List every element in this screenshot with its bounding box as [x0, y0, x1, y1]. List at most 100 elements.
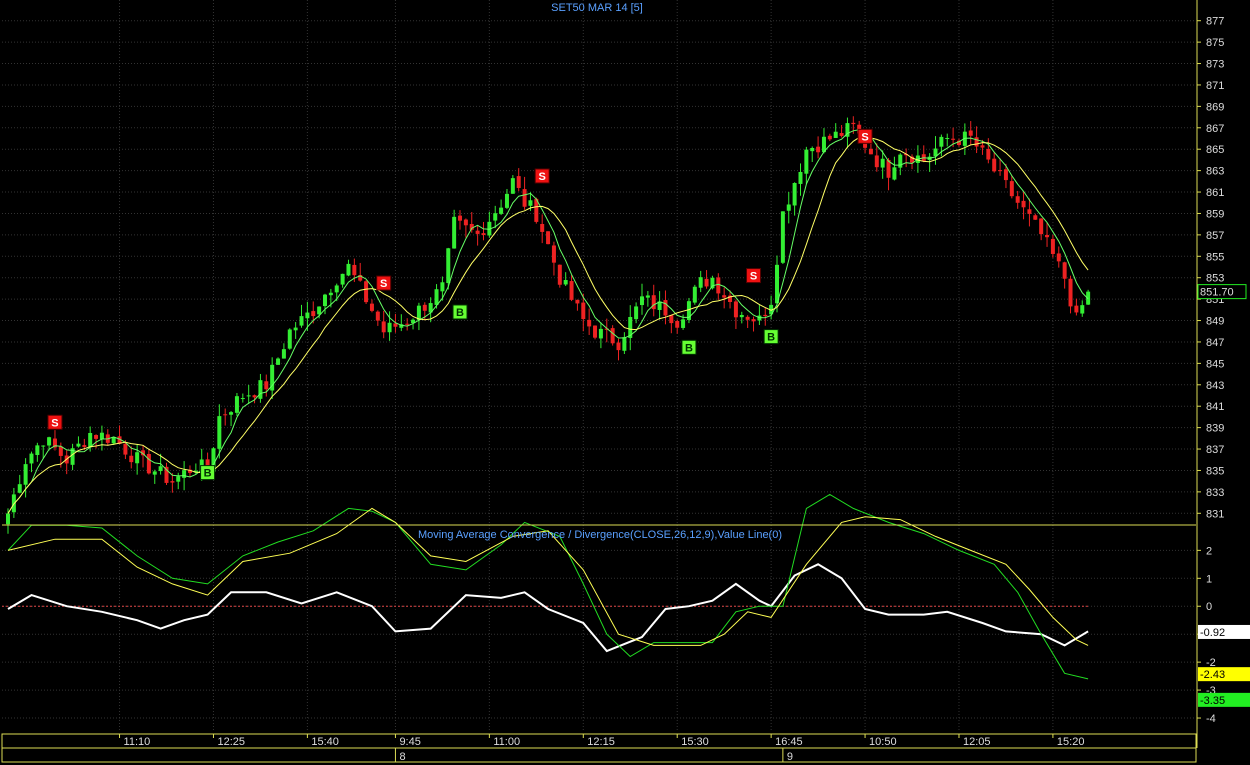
price-tick-label-14: 859 — [1206, 208, 1224, 220]
time-label-2: 15:40 — [311, 736, 339, 748]
candle-98 — [581, 302, 586, 320]
candle-30 — [182, 470, 187, 478]
candle-55 — [328, 292, 333, 296]
candle-118 — [698, 277, 703, 288]
candle-80 — [475, 230, 480, 234]
candle-84 — [499, 207, 504, 214]
candle-161 — [951, 138, 956, 140]
macd-value-label-1: -2.43 — [1200, 669, 1225, 681]
candle-103 — [610, 328, 615, 344]
sell-signal-label-0: S — [51, 417, 58, 429]
candle-127 — [751, 319, 756, 322]
candle-99 — [587, 319, 592, 327]
candle-142 — [839, 132, 844, 136]
sell-signal-label-2: S — [380, 278, 387, 290]
candle-129 — [763, 314, 768, 317]
candle-151 — [892, 167, 897, 180]
buy-signal-label-1: B — [204, 468, 212, 480]
candle-15 — [94, 435, 99, 439]
price-tick-label-5: 841 — [1206, 401, 1224, 413]
candle-4 — [29, 453, 34, 464]
candle-29 — [176, 476, 181, 482]
candle-73 — [434, 289, 439, 305]
sell-signal-label-8: S — [861, 131, 868, 143]
day-label-1: 9 — [787, 751, 793, 763]
candle-83 — [493, 213, 498, 221]
day-label-0: 8 — [399, 751, 405, 763]
candle-21 — [129, 455, 134, 463]
candle-132 — [780, 211, 785, 263]
candle-171 — [1009, 181, 1014, 197]
candle-49 — [293, 327, 298, 331]
time-label-5: 12:15 — [587, 736, 615, 748]
candle-39 — [234, 396, 239, 413]
candle-9 — [58, 446, 63, 456]
time-label-1: 12:25 — [217, 736, 245, 748]
candle-6 — [41, 445, 46, 447]
candle-105 — [622, 337, 627, 351]
candle-62 — [369, 303, 374, 311]
candle-166 — [980, 145, 985, 148]
candle-112 — [663, 300, 668, 316]
candle-91 — [540, 223, 545, 232]
candle-42 — [252, 395, 257, 398]
candle-109 — [645, 295, 650, 298]
candle-133 — [786, 204, 791, 211]
trading-chart[interactable]: S B S B S B S B S 831 833 835 837 839 841 843 845 847 849… — [0, 0, 1250, 765]
candle-125 — [739, 314, 744, 318]
time-label-3: 9:45 — [399, 736, 420, 748]
candle-12 — [76, 443, 81, 447]
candle-160 — [945, 138, 950, 140]
macd-title: Moving Average Convergence / Divergence(… — [418, 529, 782, 541]
time-label-4: 11:00 — [493, 736, 520, 748]
candle-64 — [381, 321, 386, 333]
candle-113 — [669, 315, 674, 324]
candle-52 — [311, 311, 316, 317]
candle-41 — [246, 395, 251, 397]
candle-158 — [933, 148, 938, 157]
candle-5 — [35, 445, 40, 456]
macd-value-label-2: -3.35 — [1200, 695, 1225, 707]
candle-28 — [170, 481, 175, 483]
candle-96 — [569, 281, 574, 300]
candle-136 — [804, 149, 809, 174]
candle-88 — [522, 189, 527, 207]
candle-100 — [593, 325, 598, 338]
candle-89 — [528, 200, 533, 206]
macd-value-label-0: -0.92 — [1200, 627, 1225, 639]
candle-104 — [616, 342, 621, 351]
price-tick-label-8: 847 — [1206, 337, 1224, 349]
candle-176 — [1039, 218, 1044, 235]
price-tick-label-17: 865 — [1206, 144, 1224, 156]
time-label-0: 11:10 — [124, 736, 151, 748]
candle-121 — [716, 277, 721, 294]
price-chart-title: SET50 MAR 14 [5] — [551, 2, 643, 14]
candle-78 — [463, 219, 468, 226]
candle-149 — [880, 158, 885, 168]
buy-signal-label-5: B — [685, 342, 693, 354]
sell-signal-label-6: S — [750, 271, 757, 283]
last-price-label: 851.70 — [1200, 287, 1234, 299]
candle-63 — [375, 311, 380, 321]
candle-22 — [135, 452, 140, 464]
candle-85 — [504, 193, 509, 208]
candle-138 — [816, 146, 821, 153]
price-tick-label-9: 849 — [1206, 316, 1224, 328]
macd-tick-label-0: 2 — [1206, 545, 1212, 557]
candle-20 — [123, 443, 128, 455]
candle-54 — [322, 294, 327, 307]
candle-147 — [868, 148, 873, 155]
candle-115 — [681, 319, 686, 328]
candle-40 — [240, 398, 245, 400]
price-tick-label-15: 861 — [1206, 187, 1224, 199]
candle-177 — [1045, 234, 1050, 238]
candle-43 — [258, 380, 263, 399]
candle-66 — [393, 323, 398, 327]
buy-signal-label-7: B — [767, 332, 775, 344]
candle-173 — [1021, 200, 1026, 208]
price-tick-label-21: 873 — [1206, 59, 1224, 71]
candle-174 — [1027, 209, 1032, 214]
price-tick-label-2: 835 — [1206, 465, 1224, 477]
candle-56 — [334, 285, 339, 293]
price-tick-label-6: 843 — [1206, 380, 1224, 392]
